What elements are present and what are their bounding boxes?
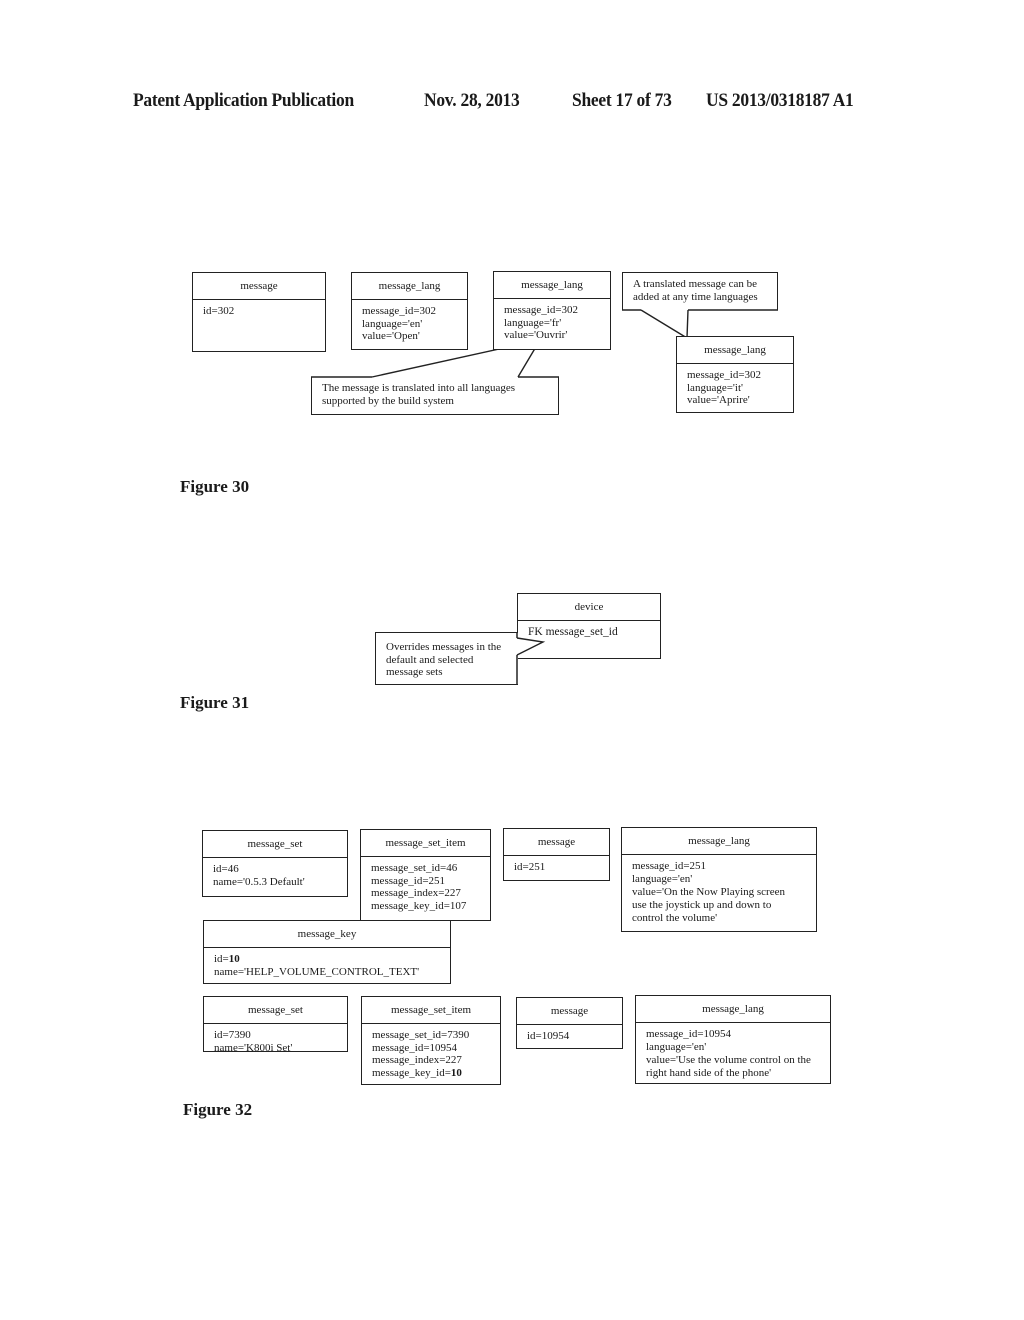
entity-field: value='On the Now Playing screen [632,886,785,898]
entity-field: use the joystick up and down to [632,899,772,911]
entity-message-key-10: message_key id=10 name='HELP_VOLUME_CONT… [203,920,451,984]
entity-title: message [517,998,622,1025]
callout-text: A translated message can be [633,278,758,290]
entity-message-lang-251: message_lang message_id=251 language='en… [621,827,817,932]
entity-field: message_id=251 [371,874,446,887]
entity-title: message_lang [352,273,467,300]
callout-pointer-added [640,309,689,340]
entity-field: id=46 [213,863,239,875]
entity-field: message_id=251 [632,860,707,872]
entity-title: message_set [203,831,347,858]
entity-title: device [518,594,660,621]
callout-text: supported by the build system [322,394,454,407]
entity-field: id=251 [514,861,546,873]
entity-title: message_lang [622,828,816,855]
patent-number: US 2013/0318187 A1 [706,90,854,111]
entity-message-lang-en: message_lang message_id=302 language='en… [351,272,468,350]
entity-message-lang-it: message_lang message_id=302 language='it… [676,336,794,413]
entity-title: message [504,829,609,856]
entity-field: value='Aprire' [687,394,750,406]
entity-field: id=10 [214,953,440,966]
entity-field: id=7390 [214,1029,251,1041]
entity-title: message [193,273,325,300]
entity-field: name='HELP_VOLUME_CONTROL_TEXT' [214,965,420,978]
callout-added-note: A translated message can be added at any… [622,272,778,310]
entity-field: message_set_id=46 [371,862,458,874]
callout-text: added at any time languages [633,290,758,303]
entity-field: message_id=302 [362,305,437,317]
entity-title: message_lang [636,996,830,1023]
entity-field: language='en' [646,1041,707,1053]
entity-message-lang-fr: message_lang message_id=302 language='fr… [493,271,611,350]
entity-title: message_lang [677,337,793,364]
callout-overrides-note: Overrides messages in the default and se… [375,632,518,685]
callout-text: default and selected [386,653,474,666]
entity-title: message_set [204,997,347,1024]
entity-field: language='it' [687,381,743,394]
sheet-number: Sheet 17 of 73 [572,90,672,111]
field-label: id= [214,953,229,965]
field-label: message_key_id= [372,1066,451,1079]
entity-field: message_index=227 [372,1054,462,1066]
field-value: 10 [450,1066,462,1079]
entity-field: language='fr' [504,316,562,329]
figure-30-label: Figure 30 [180,477,250,496]
entity-field: message_set_id=7390 [372,1029,470,1041]
entity-field: control the volume' [632,912,718,924]
entity-message-10954: message id=10954 [516,997,623,1049]
callout-text: The message is translated into all langu… [322,382,516,394]
callout-text: message sets [386,666,443,678]
publication-date: Nov. 28, 2013 [424,90,520,111]
callout-translated-note: The message is translated into all langu… [311,377,559,415]
entity-device: device FK message_set_id [517,593,661,659]
entity-field: id=302 [203,305,235,317]
entity-field: message_id=302 [504,304,579,316]
entity-field: FK message_set_id [528,626,618,638]
entity-field: value='Open' [362,330,420,342]
entity-field: message_id=10954 [646,1028,732,1040]
entity-message-set-7390: message_set id=7390 name='K800i Set' [203,996,348,1054]
entity-field: name='K800i Set' [214,1041,293,1054]
entity-field: id=10954 [527,1030,570,1042]
entity-field: message_index=227 [371,887,461,899]
entity-field: value='Use the volume control on the [646,1054,811,1066]
figure-32-label: Figure 32 [183,1100,253,1119]
entity-message-set-46: message_set id=46 name='0.5.3 Default' [202,830,348,897]
entity-title: message_set_item [362,997,500,1024]
entity-field: language='en' [362,317,423,330]
entity-field: name='0.5.3 Default' [213,875,305,888]
entity-message-lang-10954: message_lang message_id=10954 language='… [635,995,831,1084]
entity-title: message_key [204,921,450,948]
entity-message-251: message id=251 [503,828,610,881]
figure-31-label: Figure 31 [180,693,250,712]
entity-field: message_id=302 [687,369,762,381]
entity-field: message_key_id=107 [371,899,467,912]
entity-field: message_key_id=10 [372,1067,490,1080]
entity-message-set-item-46: message_set_item message_set_id=46 messa… [360,829,491,921]
field-value: 10 [228,953,240,965]
entity-message-302: message id=302 [192,272,326,352]
callout-text: Overrides messages in the [386,641,502,653]
entity-title: message_lang [494,272,610,299]
entity-field: language='en' [632,873,693,885]
entity-field: message_id=10954 [372,1041,458,1054]
entity-field: value='Ouvrir' [504,329,568,341]
entity-message-set-item-7390: message_set_item message_set_id=7390 mes… [361,996,501,1085]
entity-field: right hand side of the phone' [646,1067,772,1079]
entity-title: message_set_item [361,830,490,857]
publication-title: Patent Application Publication [133,90,354,111]
